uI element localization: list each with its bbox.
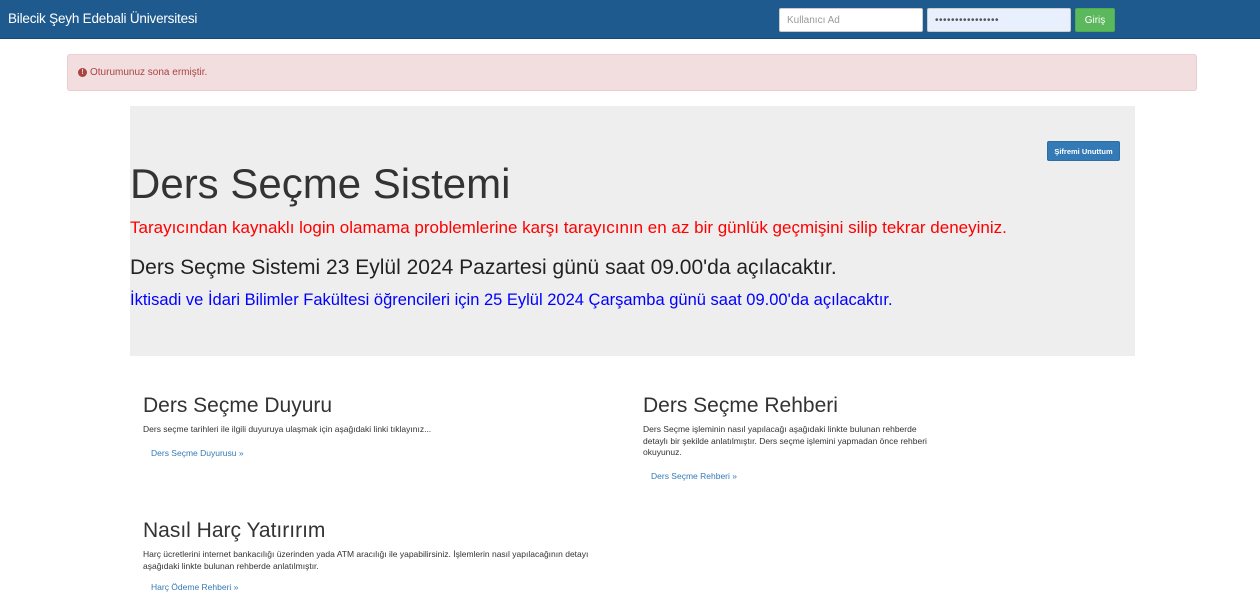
browser-warning-text: Tarayıcından kaynaklı login olamama prob… — [130, 218, 1007, 237]
guide-card: Ders Seçme Rehberi Ders Seçme işleminin … — [643, 394, 943, 484]
fee-text: Harç ücretlerini internet bankacılığı üz… — [143, 549, 589, 571]
top-navbar: Bilecik Şeyh Edebali Üniversitesi Giriş — [0, 0, 1260, 39]
fee-guide-link[interactable]: Harç Ödeme Rehberi » — [151, 582, 238, 592]
password-input[interactable] — [927, 8, 1071, 32]
username-input[interactable] — [779, 8, 923, 32]
jumbotron: Şifremi Unuttum Ders Seçme Sistemi Taray… — [130, 106, 1135, 356]
fee-title: Nasıl Harç Yatırırım — [143, 519, 326, 542]
guide-text: Ders Seçme işleminin nasıl yapılacağı aş… — [643, 424, 927, 457]
guide-link[interactable]: Ders Seçme Rehberi » — [651, 471, 737, 481]
brand-name[interactable]: Bilecik Şeyh Edebali Üniversitesi — [8, 11, 197, 26]
page-title: Ders Seçme Sistemi — [130, 160, 511, 207]
announcement-title: Ders Seçme Duyuru — [143, 394, 333, 417]
announcement-text: Ders seçme tarihleri ile ilgili duyuruya… — [143, 424, 432, 434]
opening-date-text: Ders Seçme Sistemi 23 Eylül 2024 Pazarte… — [130, 256, 837, 279]
login-button[interactable]: Giriş — [1075, 8, 1115, 32]
guide-title: Ders Seçme Rehberi — [643, 394, 838, 417]
forgot-password-button[interactable]: Şifremi Unuttum — [1047, 141, 1120, 161]
iibf-notice-text: İktisadi ve İdari Bilimler Fakültesi öğr… — [130, 291, 893, 309]
fee-card: Nasıl Harç Yatırırım Harç ücretlerini in… — [143, 519, 613, 595]
announcement-link[interactable]: Ders Seçme Duyurusu » — [151, 448, 244, 458]
exclamation-circle-icon: ! — [78, 68, 87, 77]
alert-message: Oturumunuz sona ermiştir. — [90, 67, 208, 78]
session-expired-alert: ! Oturumunuz sona ermiştir. — [67, 54, 1197, 91]
announcement-card: Ders Seçme Duyuru Ders seçme tarihleri i… — [143, 394, 543, 461]
